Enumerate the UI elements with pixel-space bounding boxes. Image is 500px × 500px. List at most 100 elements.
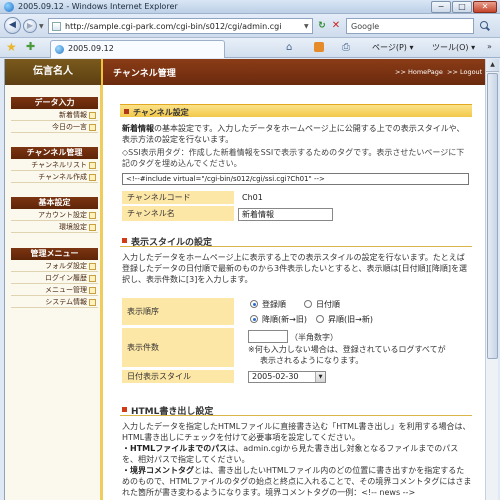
tools-menu[interactable]: ツール(O) ▾ — [432, 42, 475, 53]
back-button[interactable]: ◀ — [4, 17, 21, 34]
window-title: 2005.09.12 - Windows Internet Explorer — [18, 2, 178, 11]
html-path-term: ・HTMLファイルまでのパス — [122, 444, 228, 453]
address-bar: ◀ ▶ ▼ http://sample.cgi-park.com/cgi-bin… — [0, 14, 500, 38]
intro-text: の基本設定です。入力したデータをホームページ上に公開する上での表示スタイルや、表… — [122, 124, 465, 144]
site-logo: 伝言名人 — [5, 59, 103, 85]
section-title: HTML書き出し設定 — [131, 407, 214, 417]
radio-register-order-label: 登録順 — [262, 300, 286, 309]
html-output-desc-1: 入力したデータを指定したHTMLファイルに直接書き込む「HTML書き出し」を利用… — [122, 422, 471, 442]
sidebar: データ入力 新着情報 今日の一言 チャンネル管理 チャンネルリスト チャンネル作… — [5, 85, 103, 500]
logout-link[interactable]: >> Logout — [447, 68, 482, 76]
section-title: チャンネル設定 — [133, 108, 189, 117]
ie-icon — [4, 2, 14, 12]
radio-ascending[interactable] — [316, 315, 324, 323]
radio-date-order[interactable] — [304, 300, 312, 308]
sidebar-item-channel-create[interactable]: チャンネル作成 — [11, 172, 98, 183]
radio-descending[interactable] — [250, 315, 258, 323]
window-titlebar: 2005.09.12 - Windows Internet Explorer −… — [0, 0, 500, 14]
main-content: チャンネル設定 新着情報の基本設定です。入力したデータをホームページ上に公開する… — [106, 85, 485, 500]
sidebar-item-menu-manage[interactable]: メニュー管理 — [11, 285, 98, 296]
site-header: 伝言名人 チャンネル管理 >> HomePage >> Logout — [5, 59, 485, 85]
display-style-desc: 入力したデータをホームページ上に表示する上での表示スタイルの設定を行ないます。た… — [122, 253, 468, 284]
search-icon[interactable] — [479, 20, 491, 32]
intro-channel-name: 新着情報 — [122, 124, 154, 133]
sidebar-item-account[interactable]: アカウント設定 — [11, 210, 98, 221]
feed-icon[interactable] — [314, 42, 324, 52]
table-row: 表示件数 （半角数字） ※何も入力しない場合は、登録されているログすべてが 表示… — [122, 328, 472, 368]
chevron-down-icon: ▼ — [315, 372, 325, 382]
sidebar-item-system-info[interactable]: システム情報 — [11, 297, 98, 308]
add-favorite-icon[interactable]: ✚ — [26, 40, 35, 54]
url-text: http://sample.cgi-park.com/cgi-bin/s012/… — [65, 22, 282, 31]
home-icon[interactable]: ⌂ — [286, 42, 292, 53]
page-menu[interactable]: ページ(P) ▾ — [372, 42, 413, 53]
history-dropdown-icon[interactable]: ▼ — [39, 23, 44, 30]
section-title: 表示スタイルの設定 — [131, 238, 213, 248]
bullet-square-icon — [122, 238, 127, 243]
url-input[interactable]: http://sample.cgi-park.com/cgi-bin/s012/… — [48, 18, 313, 34]
menu-title-data-input: データ入力 — [11, 97, 98, 109]
tab-label: 2005.09.12 — [68, 44, 114, 53]
radio-register-order[interactable] — [250, 300, 258, 308]
count-hint: （半角数字） — [290, 333, 338, 342]
bullet-square-icon — [124, 109, 129, 114]
table-row: チャンネルコード Ch01 — [122, 191, 472, 205]
html-output-desc-2: ・HTMLファイルまでのパスは、admin.cgiから見た書き出し対象となるファ… — [122, 443, 472, 465]
radio-descending-label: 降順(新→旧) — [262, 315, 307, 324]
channel-intro: 新着情報の基本設定です。入力したデータをホームページ上に公開する上での表示スタイ… — [122, 123, 472, 145]
date-style-value: 2005-02-30 — [252, 372, 299, 381]
search-provider-label: Google — [351, 22, 380, 31]
search-input[interactable]: Google — [346, 18, 474, 34]
section-header-channel-settings: チャンネル設定 — [120, 104, 472, 117]
tab-current[interactable]: 2005.09.12 — [50, 40, 225, 58]
scroll-up-icon[interactable]: ▲ — [486, 59, 499, 72]
minimize-button[interactable]: − — [431, 1, 451, 13]
count-note-1: ※何も入力しない場合は、登録されているログすべてが — [248, 345, 446, 354]
refresh-icon[interactable]: ↻ — [316, 20, 328, 32]
sidebar-item-environment[interactable]: 環境設定 — [11, 222, 98, 233]
channel-name-label: チャンネル名 — [122, 206, 234, 222]
date-style-label: 日付表示スタイル — [122, 370, 234, 384]
radio-date-order-label: 日付順 — [316, 300, 340, 309]
scroll-thumb[interactable] — [487, 73, 498, 359]
sidebar-item-channel-list[interactable]: チャンネルリスト — [11, 160, 98, 171]
menu-title-basic: 基本設定 — [11, 197, 98, 209]
tab-bar: ★ ✚ 2005.09.12 ⌂ ⎙ ページ(P) ▾ ツール(O) ▾ » — [0, 38, 500, 58]
section-header-html-output: HTML書き出し設定 — [120, 403, 472, 417]
channel-code-label: チャンネルコード — [122, 191, 234, 205]
vertical-scrollbar[interactable]: ▲ — [485, 59, 499, 500]
boundary-tag-term: ・境界コメントタグ — [122, 466, 194, 475]
table-row: 表示順序 登録順 日付順 降順(新→旧) 昇順(旧→新) — [122, 298, 472, 326]
ssi-description: ◇SSI表示用タグ：作成した新着情報をSSIで表示するためのタグです。表示させた… — [122, 147, 472, 169]
print-icon[interactable]: ⎙ — [342, 42, 350, 53]
channel-code-value: Ch01 — [242, 193, 263, 202]
more-chevron-icon[interactable]: » — [487, 42, 492, 51]
forward-button[interactable]: ▶ — [23, 19, 37, 33]
menu-title-admin: 管理メニュー — [11, 248, 98, 260]
homepage-link[interactable]: >> HomePage — [395, 68, 443, 76]
sidebar-item-login-history[interactable]: ログイン履歴 — [11, 273, 98, 284]
maximize-button[interactable]: □ — [452, 1, 472, 13]
sidebar-item-daily-word[interactable]: 今日の一言 — [11, 122, 98, 133]
stop-icon[interactable]: ✕ — [330, 20, 342, 32]
count-input[interactable] — [248, 330, 288, 343]
page-icon — [52, 22, 61, 31]
html-output-desc-3: ・境界コメントタグとは、書き出したいHTMLファイル内のどの位置に書き出すかを指… — [122, 465, 472, 498]
tab-page-icon — [55, 45, 64, 54]
favorites-star-icon[interactable]: ★ — [6, 40, 17, 54]
count-label: 表示件数 — [122, 328, 234, 368]
channel-name-input[interactable]: 新着情報 — [238, 208, 333, 221]
page-title: チャンネル管理 — [113, 69, 176, 79]
url-dropdown-icon[interactable]: ▼ — [304, 23, 309, 30]
ssi-label: ◇SSI表示用タグ — [122, 148, 181, 157]
ssi-tag-field[interactable]: <!--#include virtual="/cgi-bin/s012/cgi/… — [122, 173, 469, 185]
page-viewport: 伝言名人 チャンネル管理 >> HomePage >> Logout データ入力… — [4, 59, 485, 500]
order-label: 表示順序 — [122, 298, 234, 326]
table-row: 日付表示スタイル 2005-02-30 ▼ — [122, 370, 472, 384]
menu-title-channel: チャンネル管理 — [11, 147, 98, 159]
section-header-display-style: 表示スタイルの設定 — [120, 234, 472, 248]
sidebar-item-news[interactable]: 新着情報 — [11, 110, 98, 121]
close-button[interactable]: ✕ — [473, 1, 497, 13]
sidebar-item-folder[interactable]: フォルダ設定 — [11, 261, 98, 272]
date-style-select[interactable]: 2005-02-30 ▼ — [248, 371, 326, 383]
